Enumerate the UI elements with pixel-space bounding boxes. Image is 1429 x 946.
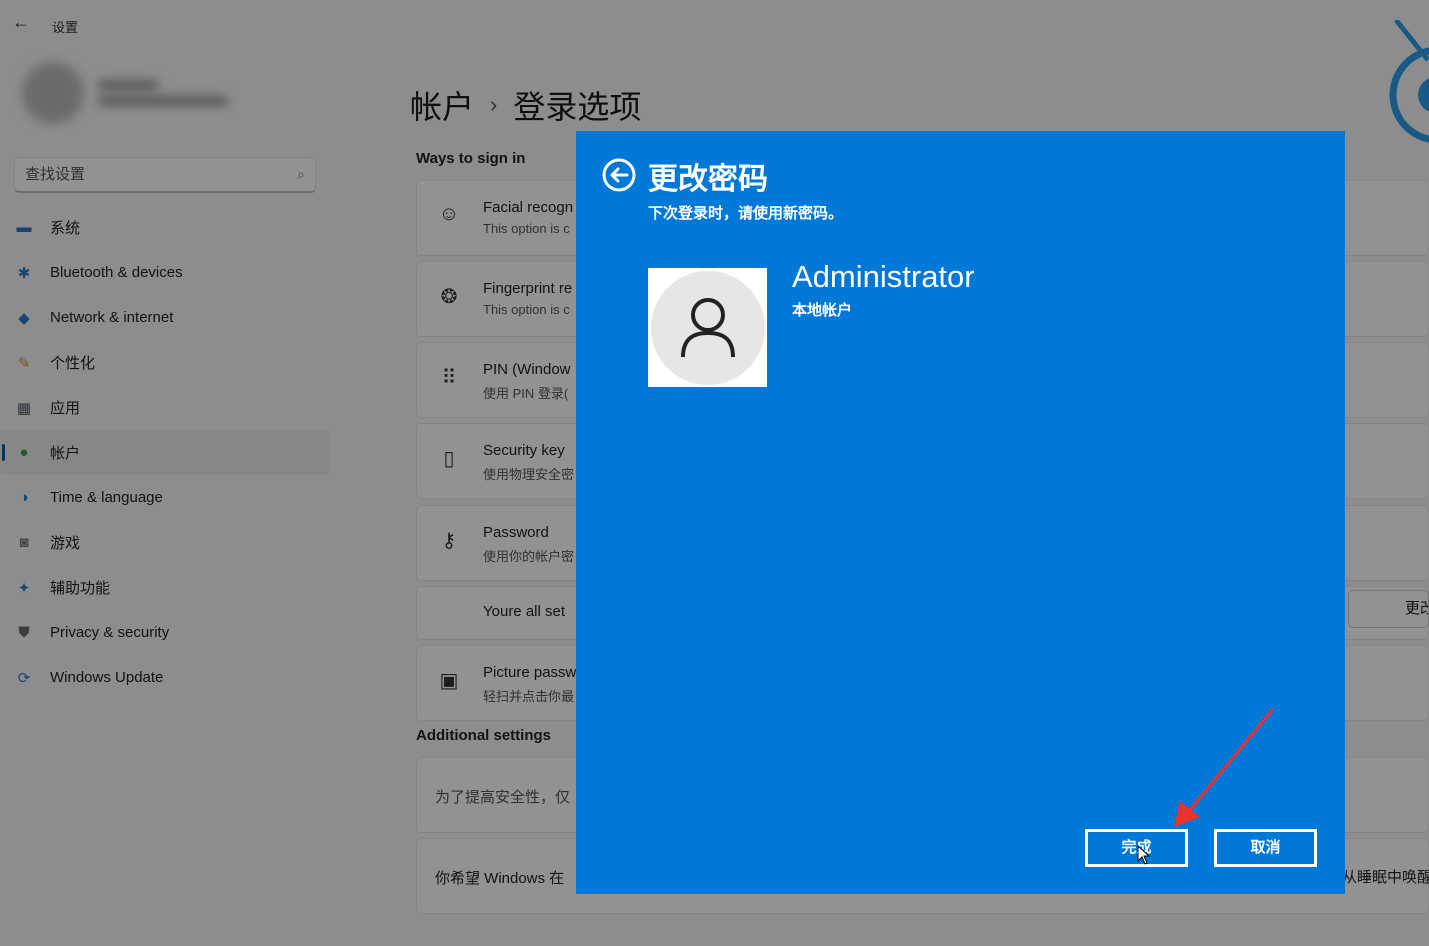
sidebar-nav: ▬ 系统 ✱ Bluetooth & devices ◆ Network & intern… [0, 205, 330, 700]
sidebar-item-10[interactable]: ⟳ Windows Update [0, 655, 330, 700]
sidebar-item-label: 个性化 [50, 355, 96, 372]
fingerprint-icon: ❂ [440, 286, 458, 308]
wake-option-dropdown[interactable]: 从睡眠中唤醒 [1342, 866, 1429, 887]
sidebar-item-9[interactable]: ⛊ Privacy & security [0, 610, 330, 655]
section-additional-settings: Additional settings [416, 727, 551, 744]
card-title: PIN (Window [483, 361, 571, 378]
sidebar-item-1[interactable]: ✱ Bluetooth & devices [0, 250, 330, 295]
picture-icon: ▣ [439, 670, 459, 692]
change-password-button[interactable]: 更改 [1348, 590, 1429, 628]
sidebar-item-label: Network & internet [50, 309, 174, 326]
back-circle-icon[interactable] [602, 158, 636, 192]
user-icon [680, 297, 735, 357]
sidebar-item-5[interactable]: ● 帐户 [0, 430, 330, 475]
card-title: Password [483, 524, 549, 541]
page-title: 登录选项 [513, 89, 642, 125]
search-input[interactable] [25, 166, 298, 183]
bluetooth-icon: ✱ [17, 264, 31, 282]
update-icon: ⟳ [17, 669, 31, 687]
brush-icon: ✎ [17, 354, 31, 372]
key-icon: ⚷ [441, 530, 457, 552]
card-subtitle: 轻扫并点击你最 [483, 689, 575, 704]
sidebar-item-label: 应用 [50, 400, 81, 417]
sidebar-item-label: 系统 [50, 220, 81, 237]
sidebar-item-label: Windows Update [50, 669, 164, 686]
sidebar-item-2[interactable]: ◆ Network & internet [0, 295, 330, 340]
card-title: Security key [483, 442, 565, 459]
sidebar-item-label: 游戏 [50, 535, 81, 552]
card-subtitle: 使用你的帐户密 [483, 549, 575, 564]
apps-icon: ▦ [16, 399, 32, 417]
usb-key-icon: ▯ [443, 448, 455, 470]
user-avatar-tile [648, 268, 767, 387]
profile-info-blurred [98, 74, 228, 112]
keypad-icon: ⠿ [441, 367, 457, 389]
breadcrumb-parent[interactable]: 帐户 [410, 82, 474, 128]
sidebar-item-3[interactable]: ✎ 个性化 [0, 340, 330, 385]
dialog-subtitle: 下次登录时，请使用新密码。 [648, 205, 844, 222]
app-title: 设置 [52, 20, 79, 35]
avatar [22, 62, 84, 124]
search-box[interactable]: ⌕ [14, 157, 316, 193]
search-icon: ⌕ [297, 166, 305, 182]
card-title: Picture passw [483, 664, 577, 681]
card-subtitle: This option is c [483, 221, 570, 236]
card-title: Youre all set [483, 603, 566, 620]
face-icon: ☺ [438, 203, 460, 225]
user-name: Administrator [792, 259, 975, 294]
accessibility-icon: ✦ [17, 579, 31, 597]
watermark-logo-icon [1389, 20, 1429, 143]
sidebar-item-7[interactable]: ◙ 游戏 [0, 520, 330, 565]
change-password-dialog: 更改密码 下次登录时，请使用新密码。 Administrator 本地帐户 完成… [576, 131, 1345, 894]
card-title: Facial recogn [483, 199, 574, 216]
sidebar-item-label: 辅助功能 [50, 580, 111, 597]
person-icon: ● [19, 444, 29, 461]
monitor-icon: ▬ [16, 219, 32, 236]
done-button[interactable]: 完成 [1085, 829, 1188, 867]
sidebar-item-4[interactable]: ▦ 应用 [0, 385, 330, 430]
cancel-button[interactable]: 取消 [1214, 829, 1317, 867]
sidebar-item-8[interactable]: ✦ 辅助功能 [0, 565, 330, 610]
sidebar-item-label: Privacy & security [50, 624, 170, 641]
card-subtitle: This option is c [483, 302, 570, 317]
wifi-icon: ◆ [18, 309, 30, 327]
globe-icon: ◑ [19, 489, 29, 506]
setting-label: 为了提高安全性，仅 [435, 789, 571, 806]
breadcrumb: 帐户 › 登录选项 [410, 82, 641, 128]
shield-icon: ⛊ [18, 624, 30, 641]
card-subtitle: 使用 PIN 登录( [483, 386, 569, 401]
sidebar-item-label: Bluetooth & devices [50, 264, 183, 281]
profile-header [22, 62, 228, 124]
card-title: Fingerprint re [483, 280, 573, 297]
section-ways-to-sign-in: Ways to sign in [416, 150, 526, 167]
card-subtitle: 使用物理安全密 [483, 467, 575, 482]
back-arrow-icon[interactable]: ← [12, 12, 30, 33]
setting-label: 你希望 Windows 在 [435, 870, 565, 887]
sidebar-item-label: Time & language [50, 489, 163, 506]
gamepad-icon: ◙ [19, 534, 29, 551]
sidebar-item-0[interactable]: ▬ 系统 [0, 205, 330, 250]
sidebar-item-6[interactable]: ◑ Time & language [0, 475, 330, 520]
chevron-right-icon: › [490, 92, 498, 117]
account-type: 本地帐户 [792, 302, 853, 319]
dialog-title: 更改密码 [648, 163, 768, 196]
sidebar-item-label: 帐户 [50, 445, 81, 462]
